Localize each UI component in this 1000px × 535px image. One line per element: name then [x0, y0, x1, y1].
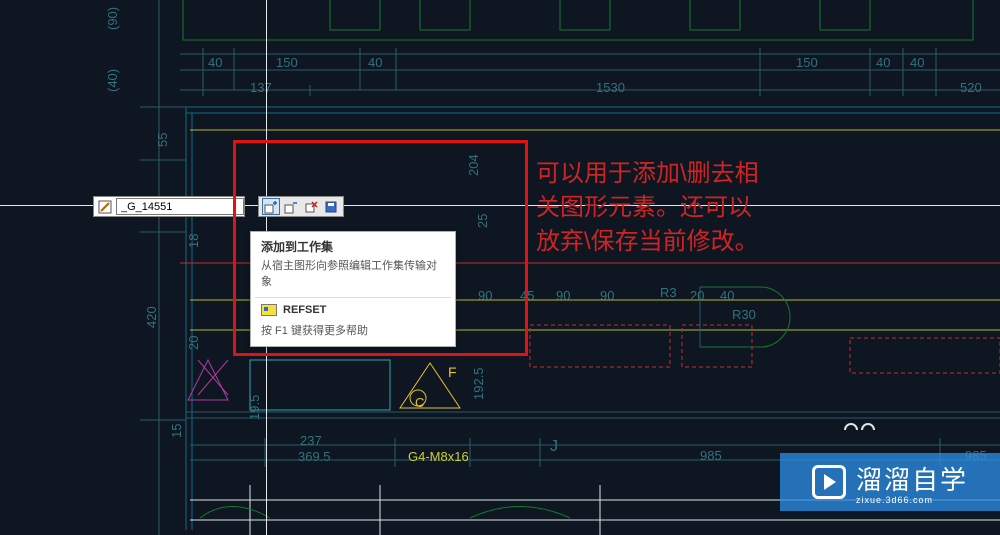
dim-150r: 150 [796, 55, 818, 70]
dim-40a: 40 [208, 55, 222, 70]
dim-45l2: 45 [520, 288, 534, 303]
dim-195: 19.5 [247, 395, 262, 420]
dim-R3: R3 [660, 285, 677, 300]
add-to-workset-button[interactable] [262, 198, 280, 215]
discard-changes-button[interactable] [302, 198, 320, 215]
annotation-line-2: 关图形元素。还可以 [536, 191, 759, 225]
dim-18: 18 [186, 234, 201, 248]
label-F: F [448, 364, 457, 380]
annotation-line-1: 可以用于添加\删去相 [536, 157, 759, 191]
dim-192-5: 192.5 [471, 367, 486, 400]
label-J: J [550, 438, 558, 456]
dim-204: 204 [466, 154, 481, 176]
dim-40b: 40 [368, 55, 382, 70]
dim-20r: 20 [690, 288, 704, 303]
tooltip-body: 从宿主图形向参照编辑工作集传输对象 [251, 257, 455, 297]
dim-55: 55 [155, 133, 170, 147]
dim-25: 25 [475, 214, 490, 228]
tooltip-command: REFSET [283, 304, 326, 316]
dim-420: 420 [144, 306, 159, 328]
watermark-brand: 溜溜自学 [856, 465, 968, 495]
dim-369-5: 369.5 [298, 449, 331, 464]
tooltip: 添加到工作集 从宿主图形向参照编辑工作集传输对象 REFSET 按 F1 键获得… [250, 231, 456, 347]
dim-R30: R30 [732, 307, 756, 322]
annotation-line-3: 放弃\保存当前修改。 [536, 225, 759, 259]
dim-137: 137 [250, 80, 272, 95]
dim-40rr2: 40 [720, 288, 734, 303]
dim-90l: 90 [478, 288, 492, 303]
block-edit-icon [96, 198, 114, 216]
dim-90l3: 90 [600, 288, 614, 303]
label-C: C [415, 395, 424, 410]
refset-icon [261, 304, 277, 316]
play-icon [812, 465, 846, 499]
dim-40r: 40 [876, 55, 890, 70]
save-changes-button[interactable] [322, 198, 340, 215]
dim-20: 20 [186, 336, 201, 350]
tooltip-help: 按 F1 键获得更多帮助 [251, 320, 455, 346]
dim-90: (90) [105, 7, 120, 30]
tooltip-title: 添加到工作集 [251, 232, 455, 257]
dim-1530: 1530 [596, 80, 625, 95]
dim-520: 520 [960, 80, 982, 95]
dim-90l2: 90 [556, 288, 570, 303]
block-name-input-panel[interactable] [93, 196, 245, 217]
annotation-text: 可以用于添加\删去相 关图形元素。还可以 放弃\保存当前修改。 [536, 157, 759, 259]
dim-40rr: 40 [910, 55, 924, 70]
block-name-input[interactable] [116, 198, 244, 215]
dim-15: 15 [169, 424, 184, 438]
watermark-url: zixue.3d66.com [856, 495, 968, 505]
watermark: 溜溜自学 zixue.3d66.com [780, 453, 1000, 511]
refedit-toolbar[interactable] [258, 196, 344, 217]
dim-40-left: (40) [105, 69, 120, 92]
dim-237: 237 [300, 433, 322, 448]
dim-985: 985 [700, 448, 722, 463]
dim-m8x16: G4-M8x16 [408, 449, 469, 464]
dim-150: 150 [276, 55, 298, 70]
remove-from-workset-button[interactable] [282, 198, 300, 215]
